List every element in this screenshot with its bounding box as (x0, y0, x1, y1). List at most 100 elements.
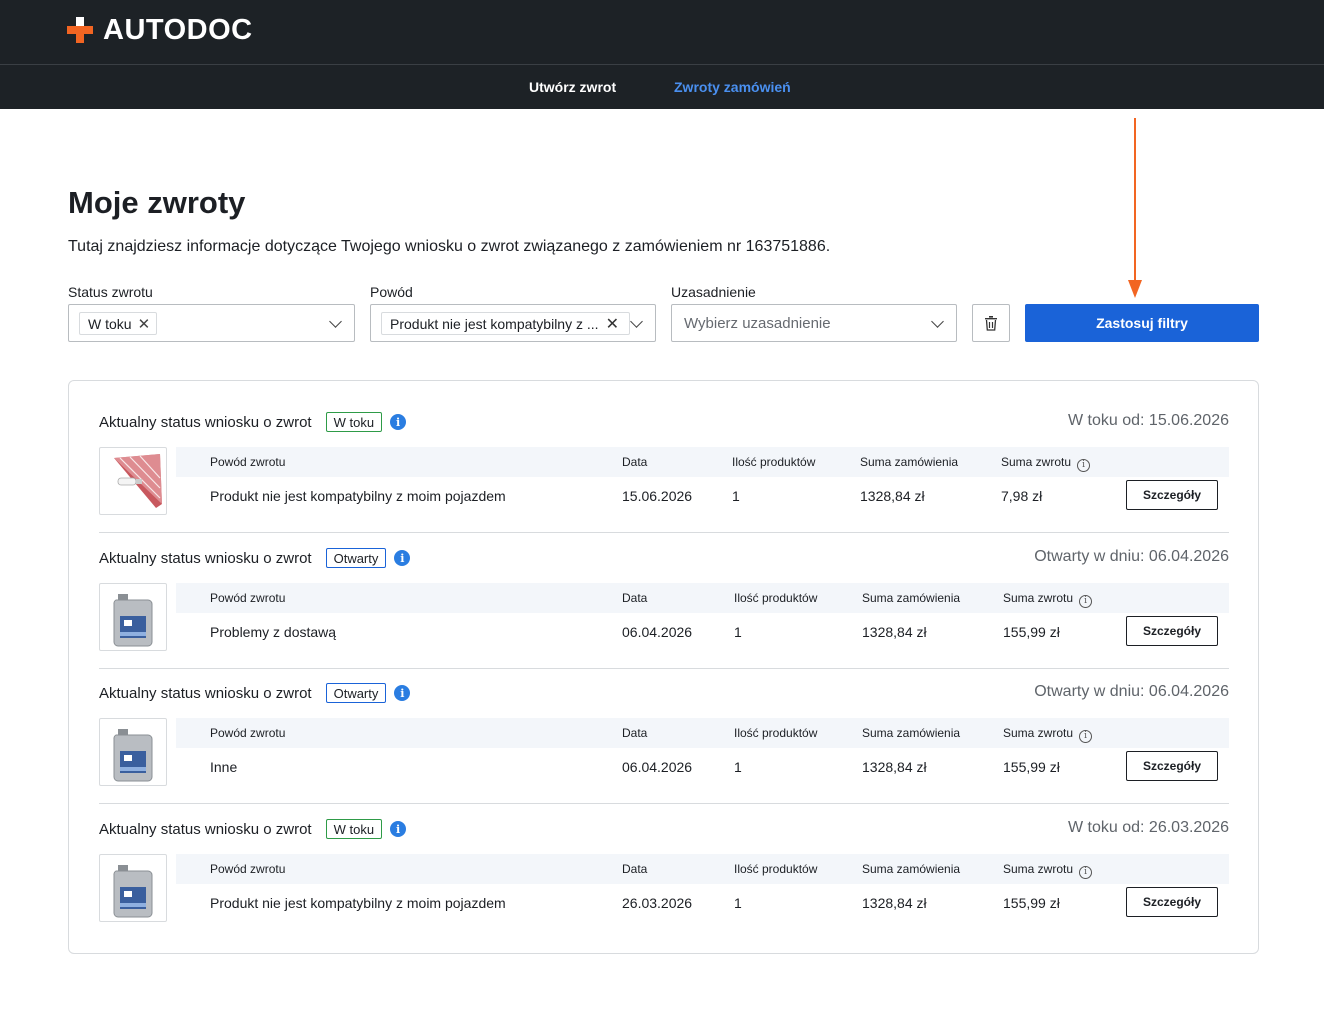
reason-chip[interactable]: Produkt nie jest kompatybilny z ... (381, 312, 630, 335)
entry-divider (99, 532, 1229, 533)
info-icon[interactable]: i (1077, 459, 1091, 472)
logo-plus-icon (67, 17, 93, 43)
cell-reason: Produkt nie jest kompatybilny z moim poj… (210, 895, 506, 911)
table-header: Powód zwrotu Data Ilość produktów Suma zamó… (176, 447, 1229, 477)
nav-create-return[interactable]: Utwórz zwrot (529, 79, 616, 95)
column-header-return-sum: Suma zwrotu i (1003, 591, 1093, 608)
oil-canister-icon (113, 594, 153, 647)
info-icon[interactable]: i (390, 821, 407, 837)
column-header-reason: Powód zwrotu (210, 591, 286, 605)
info-icon[interactable]: i (390, 414, 407, 430)
cell-date: 26.03.2026 (622, 895, 693, 911)
justification-filter-label: Uzasadnienie (671, 284, 756, 300)
cell-reason: Problemy z dostawą (210, 624, 337, 640)
cell-order-sum: 1328,84 zł (862, 759, 927, 775)
cell-return-sum: 155,99 zł (1003, 895, 1060, 911)
status-filter-label: Status zwrotu (68, 284, 153, 300)
cell-reason: Inne (210, 759, 238, 775)
column-header-reason: Powód zwrotu (210, 455, 286, 469)
column-header-return-sum: Suma zwrotu i (1003, 726, 1093, 743)
info-icon[interactable]: i (394, 685, 411, 701)
cell-qty: 1 (734, 624, 742, 640)
oil-canister-icon (113, 865, 153, 918)
status-date: W toku od: 15.06.2026 (1068, 412, 1229, 429)
cell-return-sum: 7,98 zł (1001, 488, 1043, 504)
reason-filter-label: Powód (370, 284, 413, 300)
product-thumbnail[interactable] (99, 854, 167, 922)
info-icon[interactable]: i (1079, 866, 1093, 879)
status-chip-label: W toku (88, 315, 132, 332)
cell-date: 06.04.2026 (622, 624, 693, 640)
product-thumbnail[interactable] (99, 583, 167, 651)
cell-reason: Produkt nie jest kompatybilny z moim poj… (210, 488, 506, 504)
column-header-order-sum: Suma zamówienia (860, 455, 959, 469)
product-thumbnail[interactable] (99, 718, 167, 786)
nav-bar: Utwórz zwrot Zwroty zamówień (0, 64, 1324, 109)
info-icon[interactable]: i (1079, 730, 1093, 743)
status-line: Aktualny status wniosku o zwrot Otwarty i (99, 547, 411, 569)
details-button[interactable]: Szczegóły (1126, 751, 1218, 781)
status-date: Otwarty w dniu: 06.04.2026 (1034, 548, 1229, 565)
column-header-order-sum: Suma zamówienia (862, 862, 961, 876)
column-header-date: Data (622, 726, 648, 740)
table-header: Powód zwrotu Data Ilość produktów Suma zamó… (176, 583, 1229, 613)
chevron-down-icon[interactable] (931, 315, 944, 328)
info-icon[interactable]: i (1079, 595, 1093, 608)
details-button[interactable]: Szczegóły (1126, 616, 1218, 646)
column-header-date: Data (622, 862, 648, 876)
annotation-arrow-head (1128, 280, 1142, 298)
table-header: Powód zwrotu Data Ilość produktów Suma zamó… (176, 854, 1229, 884)
nav-order-returns[interactable]: Zwroty zamówień (674, 79, 791, 95)
trash-icon (985, 316, 997, 331)
status-badge: Otwarty (325, 548, 387, 568)
oil-canister-icon (113, 729, 153, 782)
status-filter-select[interactable]: W toku ✕ (68, 304, 355, 342)
info-icon[interactable]: i (394, 550, 411, 566)
status-prefix: Aktualny status wniosku o zwrot (99, 820, 312, 838)
page-title: Moje zwroty (68, 185, 246, 220)
reason-filter-select[interactable]: Produkt nie jest kompatybilny z ... ✕ (370, 304, 656, 342)
page-description: Tutaj znajdziesz informacje dotyczące Tw… (68, 238, 831, 255)
cell-qty: 1 (734, 759, 742, 775)
status-line: Aktualny status wniosku o zwrot Otwarty i (99, 682, 411, 704)
product-thumbnail[interactable] (99, 447, 167, 515)
status-prefix: Aktualny status wniosku o zwrot (99, 413, 312, 431)
cell-date: 06.04.2026 (622, 759, 693, 775)
status-chip[interactable]: W toku ✕ (79, 312, 158, 335)
status-date: W toku od: 26.03.2026 (1068, 819, 1229, 836)
cell-qty: 1 (732, 488, 740, 504)
column-header-date: Data (622, 591, 648, 605)
cell-order-sum: 1328,84 zł (860, 488, 925, 504)
entry-divider (99, 668, 1229, 669)
cell-order-sum: 1328,84 zł (862, 895, 927, 911)
column-header-qty: Ilość produktów (734, 726, 818, 740)
top-header: AUTODOC (0, 0, 1324, 64)
logo-text: AUTODOC (103, 13, 253, 46)
column-header-reason: Powód zwrotu (210, 862, 286, 876)
autodoc-logo[interactable]: AUTODOC (67, 13, 253, 46)
chevron-down-icon[interactable] (329, 315, 342, 328)
status-badge: W toku (325, 819, 383, 839)
details-button[interactable]: Szczegóły (1126, 480, 1218, 510)
details-button[interactable]: Szczegóły (1126, 887, 1218, 917)
close-icon[interactable]: ✕ (138, 315, 151, 333)
table-header: Powód zwrotu Data Ilość produktów Suma zamó… (176, 718, 1229, 748)
column-header-order-sum: Suma zamówienia (862, 591, 961, 605)
justification-filter-select[interactable]: Wybierz uzasadnienie (671, 304, 957, 342)
status-line: Aktualny status wniosku o zwrot W toku i (99, 411, 407, 433)
entry-divider (99, 803, 1229, 804)
cell-order-sum: 1328,84 zł (862, 624, 927, 640)
annotation-arrow (1134, 118, 1136, 284)
cell-date: 15.06.2026 (622, 488, 693, 504)
cell-qty: 1 (734, 895, 742, 911)
status-badge: W toku (325, 412, 383, 432)
cell-return-sum: 155,99 zł (1003, 759, 1060, 775)
apply-filters-button[interactable]: Zastosuj filtry (1025, 304, 1259, 342)
cell-return-sum: 155,99 zł (1003, 624, 1060, 640)
returns-list: Aktualny status wniosku o zwrot W toku i W … (68, 380, 1259, 954)
column-header-qty: Ilość produktów (734, 862, 818, 876)
status-badge: Otwarty (325, 683, 387, 703)
clear-filters-button[interactable] (972, 304, 1010, 342)
close-icon[interactable]: ✕ (606, 314, 619, 334)
chevron-down-icon[interactable] (630, 315, 643, 328)
